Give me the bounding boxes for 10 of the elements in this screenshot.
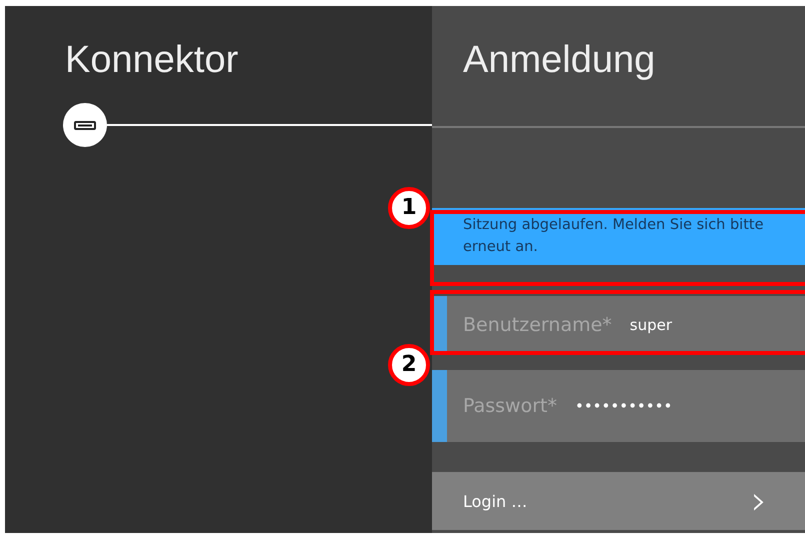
input-field[interactable]: Benutzername* super (432, 296, 805, 353)
field-value: ••••••••••• (574, 397, 672, 415)
field-label: Passwort* (463, 395, 557, 417)
login-button[interactable]: Login … › (432, 472, 805, 530)
input-field[interactable]: Passwort* ••••••••••• (432, 370, 805, 442)
panel-title: Anmeldung (462, 38, 656, 83)
field-label: Benutzername* (463, 314, 612, 336)
panel-title: Konnektor (64, 38, 240, 83)
field-value: super (630, 316, 672, 334)
session-message: Sitzung abgelaufen. Melden Sie sich bitte erneut an. (432, 208, 805, 265)
